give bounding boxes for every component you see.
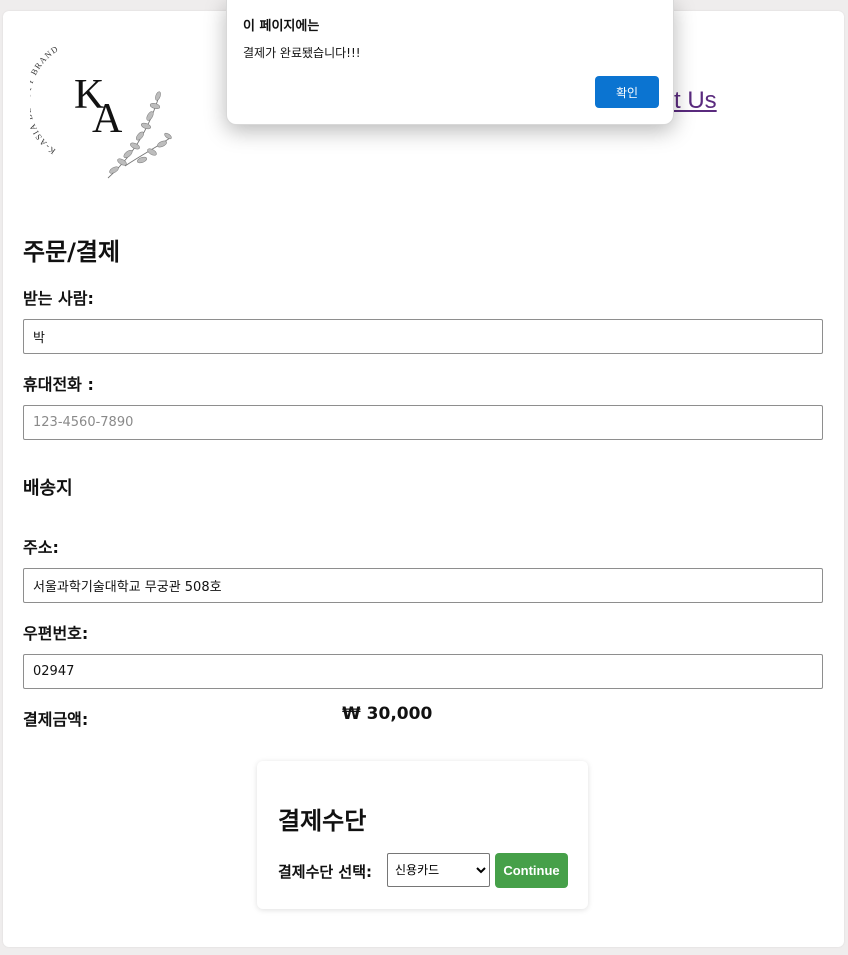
- contact-us-link[interactable]: t Us: [674, 87, 717, 115]
- alert-dialog: 이 페이지에는 결제가 완료됐습니다!!! 확인: [226, 0, 674, 125]
- page-title: 주문/결제: [23, 238, 121, 266]
- zip-input[interactable]: [23, 654, 823, 689]
- dialog-ok-button[interactable]: 확인: [595, 76, 659, 108]
- recipient-label: 받는 사람:: [23, 289, 94, 308]
- dialog-message: 결제가 완료됐습니다!!!: [243, 46, 361, 60]
- payment-method-select[interactable]: 신용카드: [387, 853, 490, 887]
- brand-logo: K-ASIA BEAUTY BRAND K A: [30, 43, 172, 179]
- svg-text:K-ASIA BEAUTY BRAND: K-ASIA BEAUTY BRAND: [30, 43, 60, 156]
- dialog-title: 이 페이지에는: [243, 19, 320, 34]
- monogram-a: A: [92, 96, 123, 142]
- payment-select-label: 결제수단 선택:: [278, 863, 373, 881]
- amount-value: ₩ 30,000: [342, 704, 433, 724]
- continue-button[interactable]: Continue: [495, 853, 568, 888]
- phone-input[interactable]: [23, 405, 823, 440]
- shipping-section-title: 배송지: [23, 478, 73, 499]
- zip-label: 우편번호:: [23, 624, 89, 643]
- phone-label: 휴대전화 :: [23, 375, 94, 394]
- address-input[interactable]: [23, 568, 823, 603]
- address-label: 주소:: [23, 538, 59, 557]
- payment-title: 결제수단: [278, 807, 367, 835]
- brand-arc-text: K-ASIA BEAUTY BRAND: [30, 43, 59, 156]
- payment-method-box: 결제수단 결제수단 선택: 신용카드 Continue: [257, 761, 588, 909]
- recipient-input[interactable]: [23, 319, 823, 354]
- amount-label: 결제금액:: [23, 710, 89, 729]
